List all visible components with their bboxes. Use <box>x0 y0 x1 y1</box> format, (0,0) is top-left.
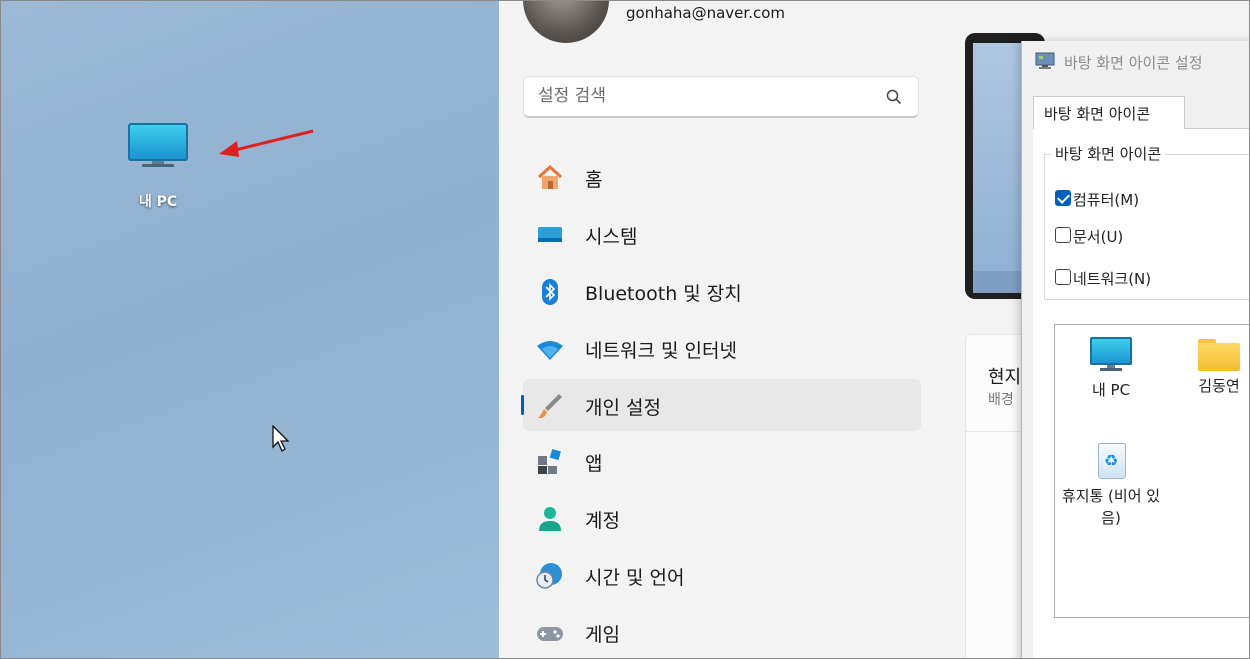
checkbox-unchecked[interactable] <box>1055 227 1071 243</box>
desktop-icon-label: 내 PC <box>138 194 178 210</box>
card-subtitle: 배경 <box>988 392 1014 408</box>
checkbox-label: 컴퓨터(M) <box>1073 191 1140 209</box>
search-input[interactable] <box>524 77 878 115</box>
nav-item-label: 네트워크 및 인터넷 <box>585 339 737 362</box>
gamepad-icon <box>537 627 563 642</box>
checkbox-computer[interactable]: 컴퓨터(M) <box>1055 187 1249 209</box>
apps-icon <box>538 449 561 475</box>
checkbox-unchecked[interactable] <box>1055 269 1071 285</box>
dialog-title: 바탕 화면 아이콘 설정 <box>1064 54 1203 72</box>
checkbox-network[interactable]: 네트워크(N) <box>1055 266 1249 288</box>
icon-list-label: 내 PC <box>1091 381 1131 399</box>
icon-list-label: 휴지통 (비어 있음) <box>1061 487 1161 527</box>
nav-item-system[interactable]: 시스템 <box>523 208 921 260</box>
checkbox-checked[interactable] <box>1055 190 1071 206</box>
nav-item-label: 게임 <box>585 624 620 647</box>
icon-list-item-user-folder[interactable]: 김동연 <box>1179 337 1249 397</box>
icon-list-item-my-pc[interactable]: 내 PC <box>1073 337 1149 401</box>
mouse-cursor-icon <box>272 425 290 452</box>
nav-item-label: 시스템 <box>585 225 638 248</box>
search-icon[interactable] <box>886 89 902 105</box>
nav-item-accounts[interactable]: 계정 <box>523 492 921 544</box>
home-icon <box>537 164 563 189</box>
checkbox-label: 네트워크(N) <box>1073 270 1152 288</box>
group-title: 바탕 화면 아이콘 <box>1051 143 1166 164</box>
nav-item-bluetooth[interactable]: Bluetooth 및 장치 <box>523 265 921 317</box>
card-title: 현지 <box>988 367 1022 388</box>
nav-item-home[interactable]: 홈 <box>523 151 921 203</box>
bluetooth-icon <box>542 278 558 305</box>
nav-item-network[interactable]: 네트워크 및 인터넷 <box>523 322 921 374</box>
screen: 내 PC gonhaha@naver.com 설정 검색 홈 시스템 Bluet… <box>0 0 1250 659</box>
nav-item-label: Bluetooth 및 장치 <box>585 282 742 305</box>
desktop-icons-group: 바탕 화면 아이콘 컴퓨터(M) 문서(U) 네트워크(N) <box>1044 143 1249 300</box>
nav-item-gaming[interactable]: 게임 <box>523 606 921 658</box>
recycle-bin-icon: ♻ <box>1095 439 1127 479</box>
checkbox-label: 문서(U) <box>1073 228 1124 246</box>
clock-globe-icon <box>536 563 562 589</box>
nav-item-label: 계정 <box>585 510 620 533</box>
tab-label: 바탕 화면 아이콘 <box>1044 105 1151 123</box>
active-indicator <box>521 394 524 415</box>
monitor-icon <box>1090 337 1132 373</box>
desktop-icon-settings-dialog: 바탕 화면 아이콘 설정 바탕 화면 아이콘 바탕 화면 아이콘 컴퓨터(M) … <box>1021 41 1249 658</box>
desktop-icon-my-pc[interactable]: 내 PC <box>119 123 197 211</box>
system-icon <box>538 226 562 242</box>
icon-list-label: 김동연 <box>1198 377 1240 395</box>
nav-item-label: 시간 및 언어 <box>585 567 685 590</box>
monitor-icon <box>128 123 188 167</box>
settings-nav: 홈 시스템 Bluetooth 및 장치 네트워크 및 인터넷 개인 설정 앱 … <box>521 151 921 658</box>
nav-item-apps[interactable]: 앱 <box>523 435 921 487</box>
tab-desktop-icons[interactable]: 바탕 화면 아이콘 <box>1033 96 1185 129</box>
red-arrow-annotation <box>219 129 314 157</box>
nav-item-label: 앱 <box>585 453 603 476</box>
nav-item-label: 홈 <box>585 169 603 191</box>
dialog-app-icon <box>1035 52 1055 69</box>
brush-icon <box>538 393 562 418</box>
icon-list-item-recycle-bin[interactable]: ♻ 휴지통 (비어 있음) <box>1055 439 1167 529</box>
icon-list: 내 PC 김동연 ♻ 휴지통 (비어 있음) <box>1054 324 1249 618</box>
nav-item-label: 개인 설정 <box>585 396 661 419</box>
wifi-icon <box>537 340 563 360</box>
settings-search[interactable] <box>523 76 919 118</box>
account-email: gonhaha@naver.com <box>626 4 786 22</box>
nav-item-time-language[interactable]: 시간 및 언어 <box>523 549 921 601</box>
checkbox-documents[interactable]: 문서(U) <box>1055 224 1249 246</box>
nav-item-personalization[interactable]: 개인 설정 <box>521 378 921 431</box>
account-icon <box>539 507 561 532</box>
desktop: 내 PC <box>1 1 499 658</box>
folder-icon <box>1198 337 1240 371</box>
avatar[interactable] <box>523 1 609 43</box>
